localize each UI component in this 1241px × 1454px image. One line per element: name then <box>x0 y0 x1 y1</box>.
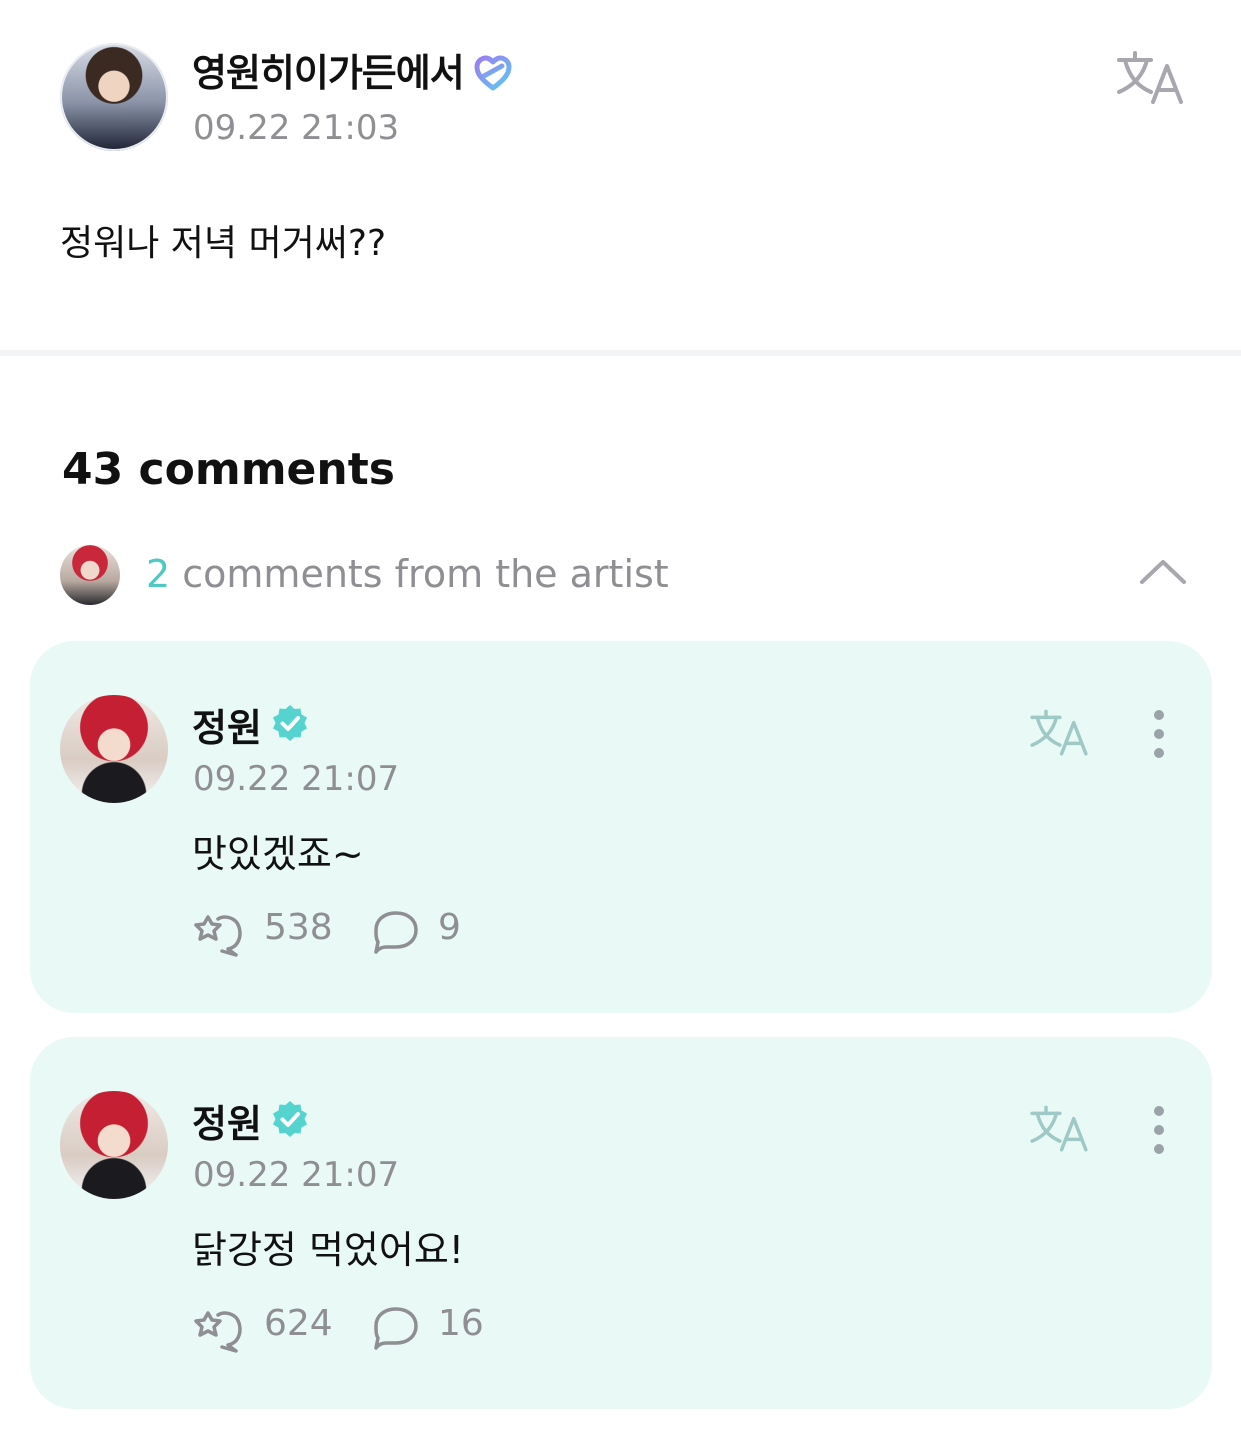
comment-text: 닭강정 먹었어요! <box>192 1228 465 1272</box>
artist-comment-card: 정원 09.22 21:07 맛있겠죠~ 538 9 <box>30 641 1212 1013</box>
reply-icon[interactable] <box>372 1305 420 1351</box>
post-author-name[interactable]: 영원히이가든에서 <box>192 42 465 97</box>
artist-comment-count: 2 <box>146 552 171 596</box>
reply-count: 9 <box>438 907 461 948</box>
post-body: 정워나 저녁 머거써?? <box>60 223 387 264</box>
translate-icon[interactable] <box>1028 707 1090 759</box>
artist-comments-label: comments from the artist <box>170 552 669 596</box>
comments-count-heading: 43 comments <box>62 444 395 495</box>
commenter-avatar[interactable] <box>60 695 168 803</box>
verified-badge-icon <box>273 1101 307 1137</box>
commenter-avatar[interactable] <box>60 1091 168 1199</box>
commenter-name[interactable]: 정원 <box>192 697 262 752</box>
chevron-up-icon[interactable] <box>1138 556 1188 588</box>
artist-comment-card: 정원 09.22 21:07 닭강정 먹었어요! 624 16 <box>30 1037 1212 1409</box>
section-divider <box>0 350 1241 356</box>
post-author-avatar[interactable] <box>60 43 168 151</box>
more-vertical-icon[interactable] <box>1148 1105 1170 1155</box>
more-vertical-icon[interactable] <box>1148 709 1170 759</box>
reply-icon[interactable] <box>372 909 420 955</box>
translate-icon[interactable] <box>1028 1103 1090 1155</box>
commenter-name[interactable]: 정원 <box>192 1093 262 1148</box>
like-count: 538 <box>264 907 333 948</box>
like-icon[interactable] <box>194 909 246 957</box>
comment-timestamp: 09.22 21:07 <box>193 1155 400 1195</box>
comment-text: 맛있겠죠~ <box>192 832 364 876</box>
verified-badge-icon <box>474 55 512 91</box>
artist-avatar <box>60 545 120 605</box>
verified-badge-icon <box>273 705 307 741</box>
comment-timestamp: 09.22 21:07 <box>193 759 400 799</box>
translate-icon[interactable] <box>1115 48 1185 108</box>
like-count: 624 <box>264 1303 333 1344</box>
post-timestamp: 09.22 21:03 <box>193 108 400 148</box>
artist-comments-summary[interactable]: 2 comments from the artist <box>146 552 669 596</box>
like-icon[interactable] <box>194 1305 246 1353</box>
reply-count: 16 <box>438 1303 484 1344</box>
